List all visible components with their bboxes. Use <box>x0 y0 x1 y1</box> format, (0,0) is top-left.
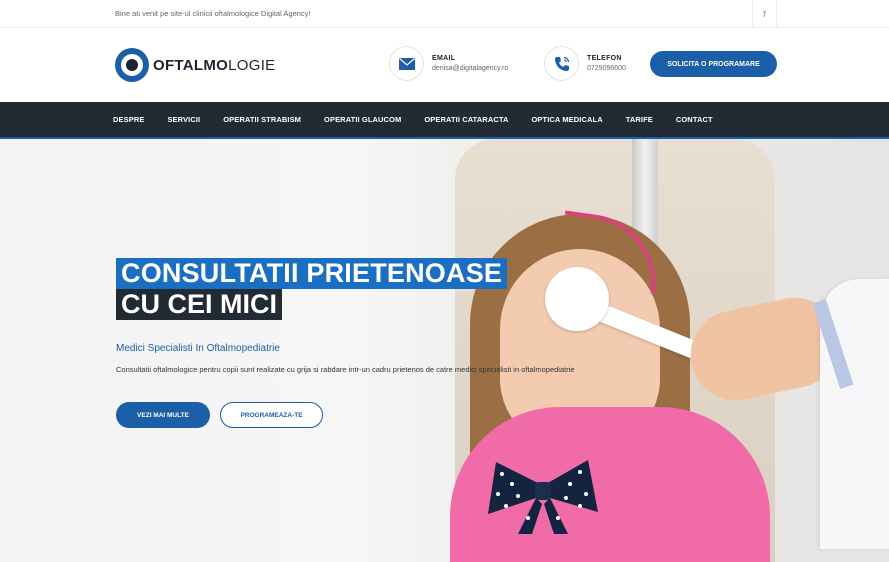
nav-item-servicii[interactable]: SERVICII <box>167 115 200 124</box>
email-label: EMAIL <box>432 55 456 62</box>
polka-dot-bow <box>488 460 598 534</box>
logo-text: OFTALMOLOGIE <box>153 56 276 74</box>
header: OFTALMOLOGIE EMAIL denisa@digitalagency.… <box>0 28 889 102</box>
request-appointment-button[interactable]: SOLICITA O PROGRAMARE <box>650 51 777 77</box>
nav-item-optica-medicala[interactable]: OPTICA MEDICALA <box>532 115 603 124</box>
hero-title-line2: CU CEI MICI <box>116 289 283 320</box>
hero-title-line1: CONSULTATII PRIETENOASE <box>116 258 508 289</box>
nav-item-contact[interactable]: CONTACT <box>676 115 713 124</box>
eye-logo-icon <box>115 48 149 82</box>
nav-item-tarife[interactable]: TARIFE <box>626 115 653 124</box>
envelope-icon <box>389 46 424 81</box>
top-bar: Bine ati venit pe site-ul clinicii oftal… <box>0 0 889 28</box>
hero-description: Consultatii oftalmologice pentru copii s… <box>116 365 575 374</box>
site-logo[interactable]: OFTALMOLOGIE <box>115 48 276 82</box>
book-appointment-button[interactable]: PROGRAMEAZA-TE <box>220 402 323 428</box>
hero-subtitle: Medici Specialisti In Oftalmopediatrie <box>116 343 280 354</box>
welcome-message: Bine ati venit pe site-ul clinicii oftal… <box>115 9 311 18</box>
contact-phone[interactable]: TELEFON 0729096600 <box>544 46 626 81</box>
phone-value[interactable]: 0729096600 <box>587 65 626 72</box>
main-navigation: DESPRE SERVICII OPERATII STRABISM OPERAT… <box>0 102 889 139</box>
facebook-icon[interactable]: f <box>752 0 777 28</box>
see-more-button[interactable]: VEZI MAI MULTE <box>116 402 210 428</box>
hero-banner: CONSULTATII PRIETENOASE CU CEI MICI Medi… <box>0 139 889 562</box>
eye-occluder <box>545 267 609 331</box>
nav-item-despre[interactable]: DESPRE <box>113 115 144 124</box>
nav-item-operatii-glaucom[interactable]: OPERATII GLAUCOM <box>324 115 401 124</box>
phone-label: TELEFON <box>587 55 622 62</box>
nav-item-operatii-strabism[interactable]: OPERATII STRABISM <box>223 115 301 124</box>
nav-item-operatii-cataracta[interactable]: OPERATII CATARACTA <box>424 115 508 124</box>
contact-email[interactable]: EMAIL denisa@digitalagency.ro <box>389 46 508 81</box>
email-value[interactable]: denisa@digitalagency.ro <box>432 65 508 72</box>
phone-icon <box>544 46 579 81</box>
